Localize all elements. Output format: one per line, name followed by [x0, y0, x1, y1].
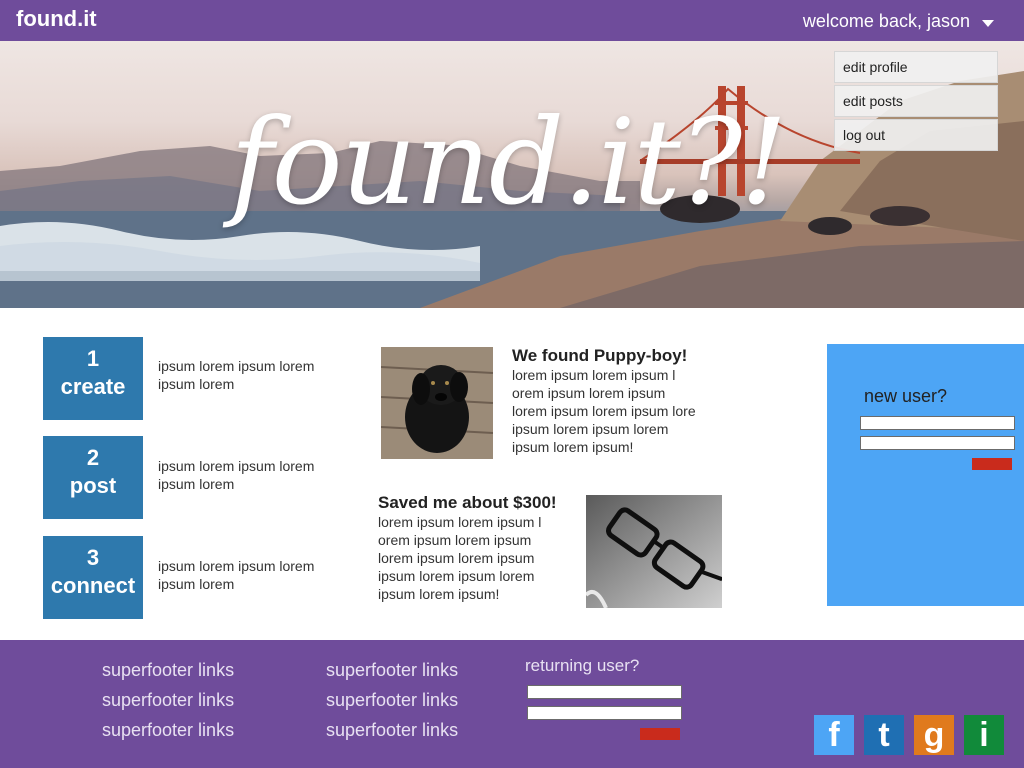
footer-link[interactable]: superfooter links	[326, 660, 458, 681]
site-logo[interactable]: found.it	[16, 6, 97, 32]
returning-user-username-field[interactable]	[527, 685, 682, 699]
footer-link[interactable]: superfooter links	[102, 660, 234, 681]
story-line: ipsum lorem ipsum!	[378, 586, 500, 602]
footer-link[interactable]: superfooter links	[326, 690, 458, 711]
menu-item-log-out[interactable]: log out	[834, 119, 998, 151]
menu-item-edit-profile[interactable]: edit profile	[834, 51, 998, 83]
step-number: 1	[86, 346, 100, 371]
story-line: lorem ipsum lorem ipsum lore	[512, 403, 696, 419]
chevron-down-icon	[982, 19, 994, 27]
returning-user-password-field[interactable]	[527, 706, 682, 720]
twitter-icon[interactable]: t	[864, 715, 904, 755]
facebook-icon[interactable]: f	[814, 715, 854, 755]
story-line: lorem ipsum lorem ipsum l	[378, 514, 542, 530]
story-title[interactable]: Saved me about $300!	[378, 493, 557, 513]
top-bar: found.it welcome back, jason	[0, 0, 1024, 41]
step-word: connect	[50, 573, 136, 598]
step-number: 2	[86, 445, 100, 470]
step-number: 3	[86, 545, 100, 570]
menu-item-edit-posts[interactable]: edit posts	[834, 85, 998, 117]
eyeglasses-image[interactable]	[586, 495, 722, 608]
new-user-panel: new user?	[827, 344, 1024, 606]
story-line: ipsum lorem ipsum lorem	[378, 568, 535, 584]
step-create-button[interactable]: 1 create	[43, 337, 143, 420]
user-dropdown-menu: edit profile edit posts log out	[834, 51, 998, 153]
footer: superfooter links superfooter links supe…	[0, 640, 1024, 768]
returning-user-submit-button[interactable]	[640, 728, 680, 740]
user-menu-toggle[interactable]: welcome back, jason	[803, 11, 994, 32]
returning-user-label: returning user?	[525, 656, 640, 675]
footer-link[interactable]: superfooter links	[102, 690, 234, 711]
step-description: ipsum lorem ipsum lorem ipsum lorem	[158, 458, 315, 492]
hero-title: found.it?!	[230, 93, 788, 231]
step-description: ipsum lorem ipsum lorem ipsum lorem	[158, 358, 315, 392]
black-puppy-illustration	[381, 347, 493, 459]
welcome-text: welcome back, jason	[802, 11, 970, 31]
story-line: ipsum lorem ipsum lorem	[512, 421, 669, 437]
step-word: create	[60, 374, 126, 399]
footer-link[interactable]: superfooter links	[102, 720, 234, 741]
footer-link[interactable]: superfooter links	[326, 720, 458, 741]
new-user-label: new user?	[864, 386, 948, 406]
story-body: lorem ipsum lorem ipsum l orem ipsum lor…	[378, 513, 578, 603]
step-post-button[interactable]: 2 post	[43, 436, 143, 519]
google-icon[interactable]: g	[914, 715, 954, 755]
new-user-username-field[interactable]	[860, 416, 1015, 430]
step-word: post	[69, 473, 117, 498]
step-connect-button[interactable]: 3 connect	[43, 536, 143, 619]
instagram-icon[interactable]: i	[964, 715, 1004, 755]
story-body: lorem ipsum lorem ipsum l orem ipsum lor…	[512, 366, 712, 456]
story-line: lorem ipsum lorem ipsum l	[512, 367, 676, 383]
story-title[interactable]: We found Puppy-boy!	[512, 346, 687, 366]
new-user-password-field[interactable]	[860, 436, 1015, 450]
story-line: orem ipsum lorem ipsum	[512, 385, 666, 401]
eyeglasses-illustration	[586, 495, 722, 608]
new-user-submit-button[interactable]	[972, 458, 1012, 470]
puppy-image[interactable]	[381, 347, 493, 459]
story-line: orem ipsum lorem ipsum	[378, 532, 532, 548]
story-line: lorem ipsum lorem ipsum	[378, 550, 535, 566]
story-line: ipsum lorem ipsum!	[512, 439, 634, 455]
step-description: ipsum lorem ipsum lorem ipsum lorem	[158, 558, 315, 592]
